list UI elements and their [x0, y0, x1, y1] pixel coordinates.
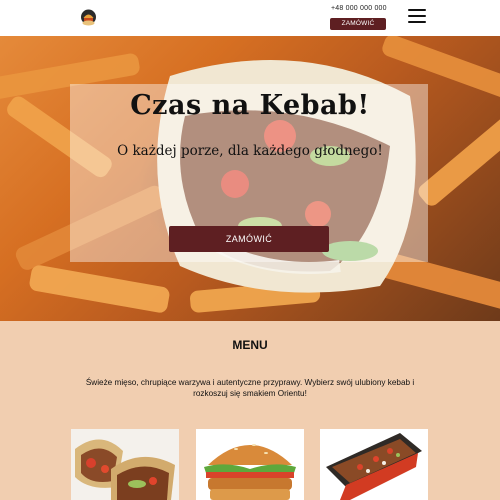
menu-description: Świeże mięso, chrupiące warzywa i autent…: [85, 378, 415, 398]
hero-subtitle: O każdej porze, dla każdego głodnego!: [117, 143, 383, 159]
order-button-hero[interactable]: ZAMÓWIĆ: [169, 226, 329, 252]
burger-photo: [196, 429, 304, 500]
phone-number[interactable]: +48 000 000 000: [331, 5, 387, 12]
menu-card-burger[interactable]: [196, 429, 304, 500]
site-header: +48 000 000 000 ZAMÓWIĆ: [0, 0, 500, 36]
hero-section: Czas na Kebab! O każdej porze, dla każde…: [0, 36, 500, 321]
kebab-box-photo: [320, 429, 428, 500]
menu-card-kebab-box[interactable]: [320, 429, 428, 500]
menu-section: MENU Świeże mięso, chrupiące warzywa i a…: [0, 321, 500, 500]
kebab-pita-photo: [71, 429, 179, 500]
hero-title: Czas na Kebab!: [130, 90, 370, 121]
menu-title: MENU: [232, 338, 268, 352]
order-button-header[interactable]: ZAMÓWIĆ: [330, 18, 386, 30]
kebab-logo-icon[interactable]: [80, 9, 97, 27]
menu-card-kebab-pita[interactable]: [71, 429, 179, 500]
hamburger-menu-icon[interactable]: [408, 9, 426, 24]
